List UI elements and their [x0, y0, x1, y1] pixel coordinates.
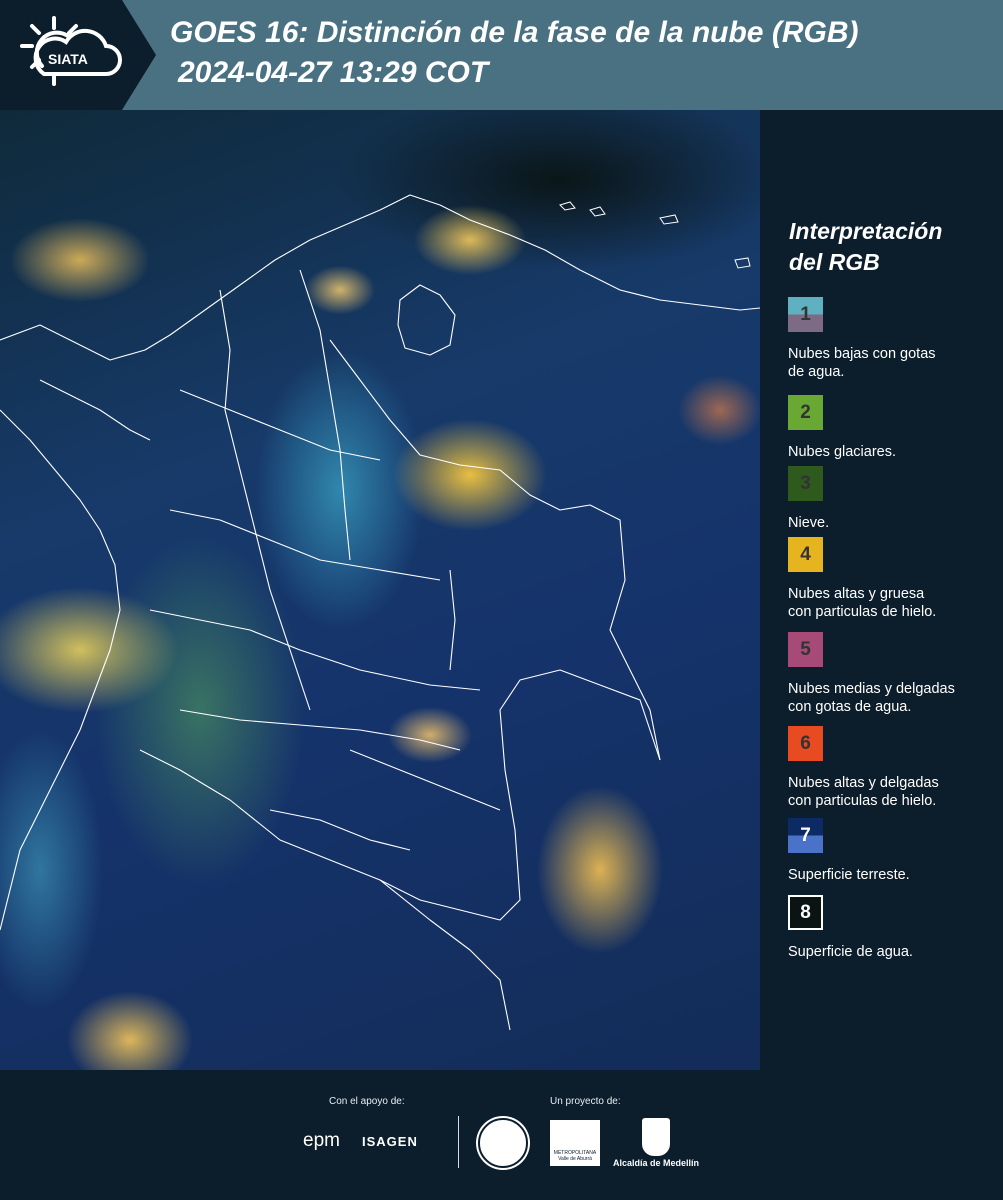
panama-border	[39, 379, 151, 441]
support-label: Con el apoyo de:	[329, 1096, 405, 1107]
legend-label-line1: Nubes medias y delgadas	[788, 681, 955, 697]
colombia-south-border	[139, 749, 521, 921]
legend-label-8: Superficie de agua.	[788, 943, 1000, 961]
legend-label-line1: Superficie de agua.	[788, 944, 913, 960]
timestamp: 2024-04-27 13:29 COT	[178, 56, 489, 89]
satellite-map[interactable]	[0, 110, 760, 1070]
peru-border	[379, 879, 511, 1031]
footer: Con el apoyo de: Un proyecto de: epm ISA…	[0, 1070, 1003, 1200]
legend-label-5: Nubes medias y delgadas con gotas de agua…	[788, 680, 1000, 716]
legend-label-line1: Superficie terreste.	[788, 867, 910, 883]
legend-swatch-8: 8	[788, 895, 823, 930]
legend-title-line2: del RGB	[789, 249, 880, 275]
legend-label-line2: con gotas de agua.	[788, 699, 912, 715]
project-label: Un proyecto de:	[550, 1096, 621, 1107]
alcaldia-crest-icon	[642, 1118, 670, 1156]
legend-label-line1: Nubes altas y gruesa	[788, 586, 925, 602]
legend-label-1: Nubes bajas con gotas de agua.	[788, 345, 1000, 381]
legend-label-line1: Nubes glaciares.	[788, 444, 896, 460]
siata-logo-text: SIATA	[48, 51, 88, 67]
alcaldia-logo-text: Alcaldía de Medellín	[613, 1158, 700, 1168]
siata-logo: SIATA	[20, 16, 122, 86]
legend-label-line1: Nubes bajas con gotas	[788, 346, 936, 362]
legend-label-4: Nubes altas y gruesa con particulas de hi…	[788, 585, 1000, 621]
legend-label-2: Nubes glaciares.	[788, 443, 1000, 461]
legend-swatch-5: 5	[788, 632, 823, 667]
legend-swatch-6: 6	[788, 726, 823, 761]
epm-logo: epm	[303, 1130, 340, 1151]
footer-divider	[458, 1116, 459, 1168]
isagen-logo: ISAGEN	[362, 1134, 418, 1149]
legend-label-line1: Nubes altas y delgadas	[788, 775, 939, 791]
legend-label-7: Superficie terreste.	[788, 866, 1000, 884]
legend-label-line2: con particulas de hielo.	[788, 793, 937, 809]
legend-swatch-3: 3	[788, 466, 823, 501]
legend-swatch-1: 1	[788, 297, 823, 332]
department-lines	[219, 289, 311, 711]
area-metropolitana-logo: METROPOLITANA Valle de Aburrá	[550, 1120, 600, 1166]
legend-swatch-7: 7	[788, 818, 823, 853]
brazil-border	[499, 669, 661, 771]
island	[559, 201, 576, 211]
legend-label-line2: con particulas de hielo.	[788, 604, 937, 620]
map-borders	[0, 194, 760, 1031]
pacific-coast	[0, 409, 121, 931]
legend-label-6: Nubes altas y delgadas con particulas de …	[788, 774, 1000, 810]
legend-swatch-2: 2	[788, 395, 823, 430]
legend-label-line2: de agua.	[788, 364, 845, 380]
metro-line2: Valle de Aburrá	[558, 1156, 592, 1162]
colombia-venezuela-border	[329, 339, 661, 761]
header: SIATA GOES 16: Distinción de la fase de …	[0, 0, 1003, 110]
caribbean-coast	[0, 194, 760, 361]
medellin-seal-icon	[478, 1118, 528, 1168]
maracaibo-lake	[397, 284, 456, 356]
legend-swatch-4: 4	[788, 537, 823, 572]
legend-label-3: Nieve.	[788, 514, 1000, 532]
legend-title-line1: Interpretación	[789, 218, 943, 244]
legend-label-line1: Nieve.	[788, 515, 830, 531]
page-title: GOES 16: Distinción de la fase de la nub…	[170, 16, 859, 49]
legend-title: Interpretación del RGB	[789, 216, 989, 278]
